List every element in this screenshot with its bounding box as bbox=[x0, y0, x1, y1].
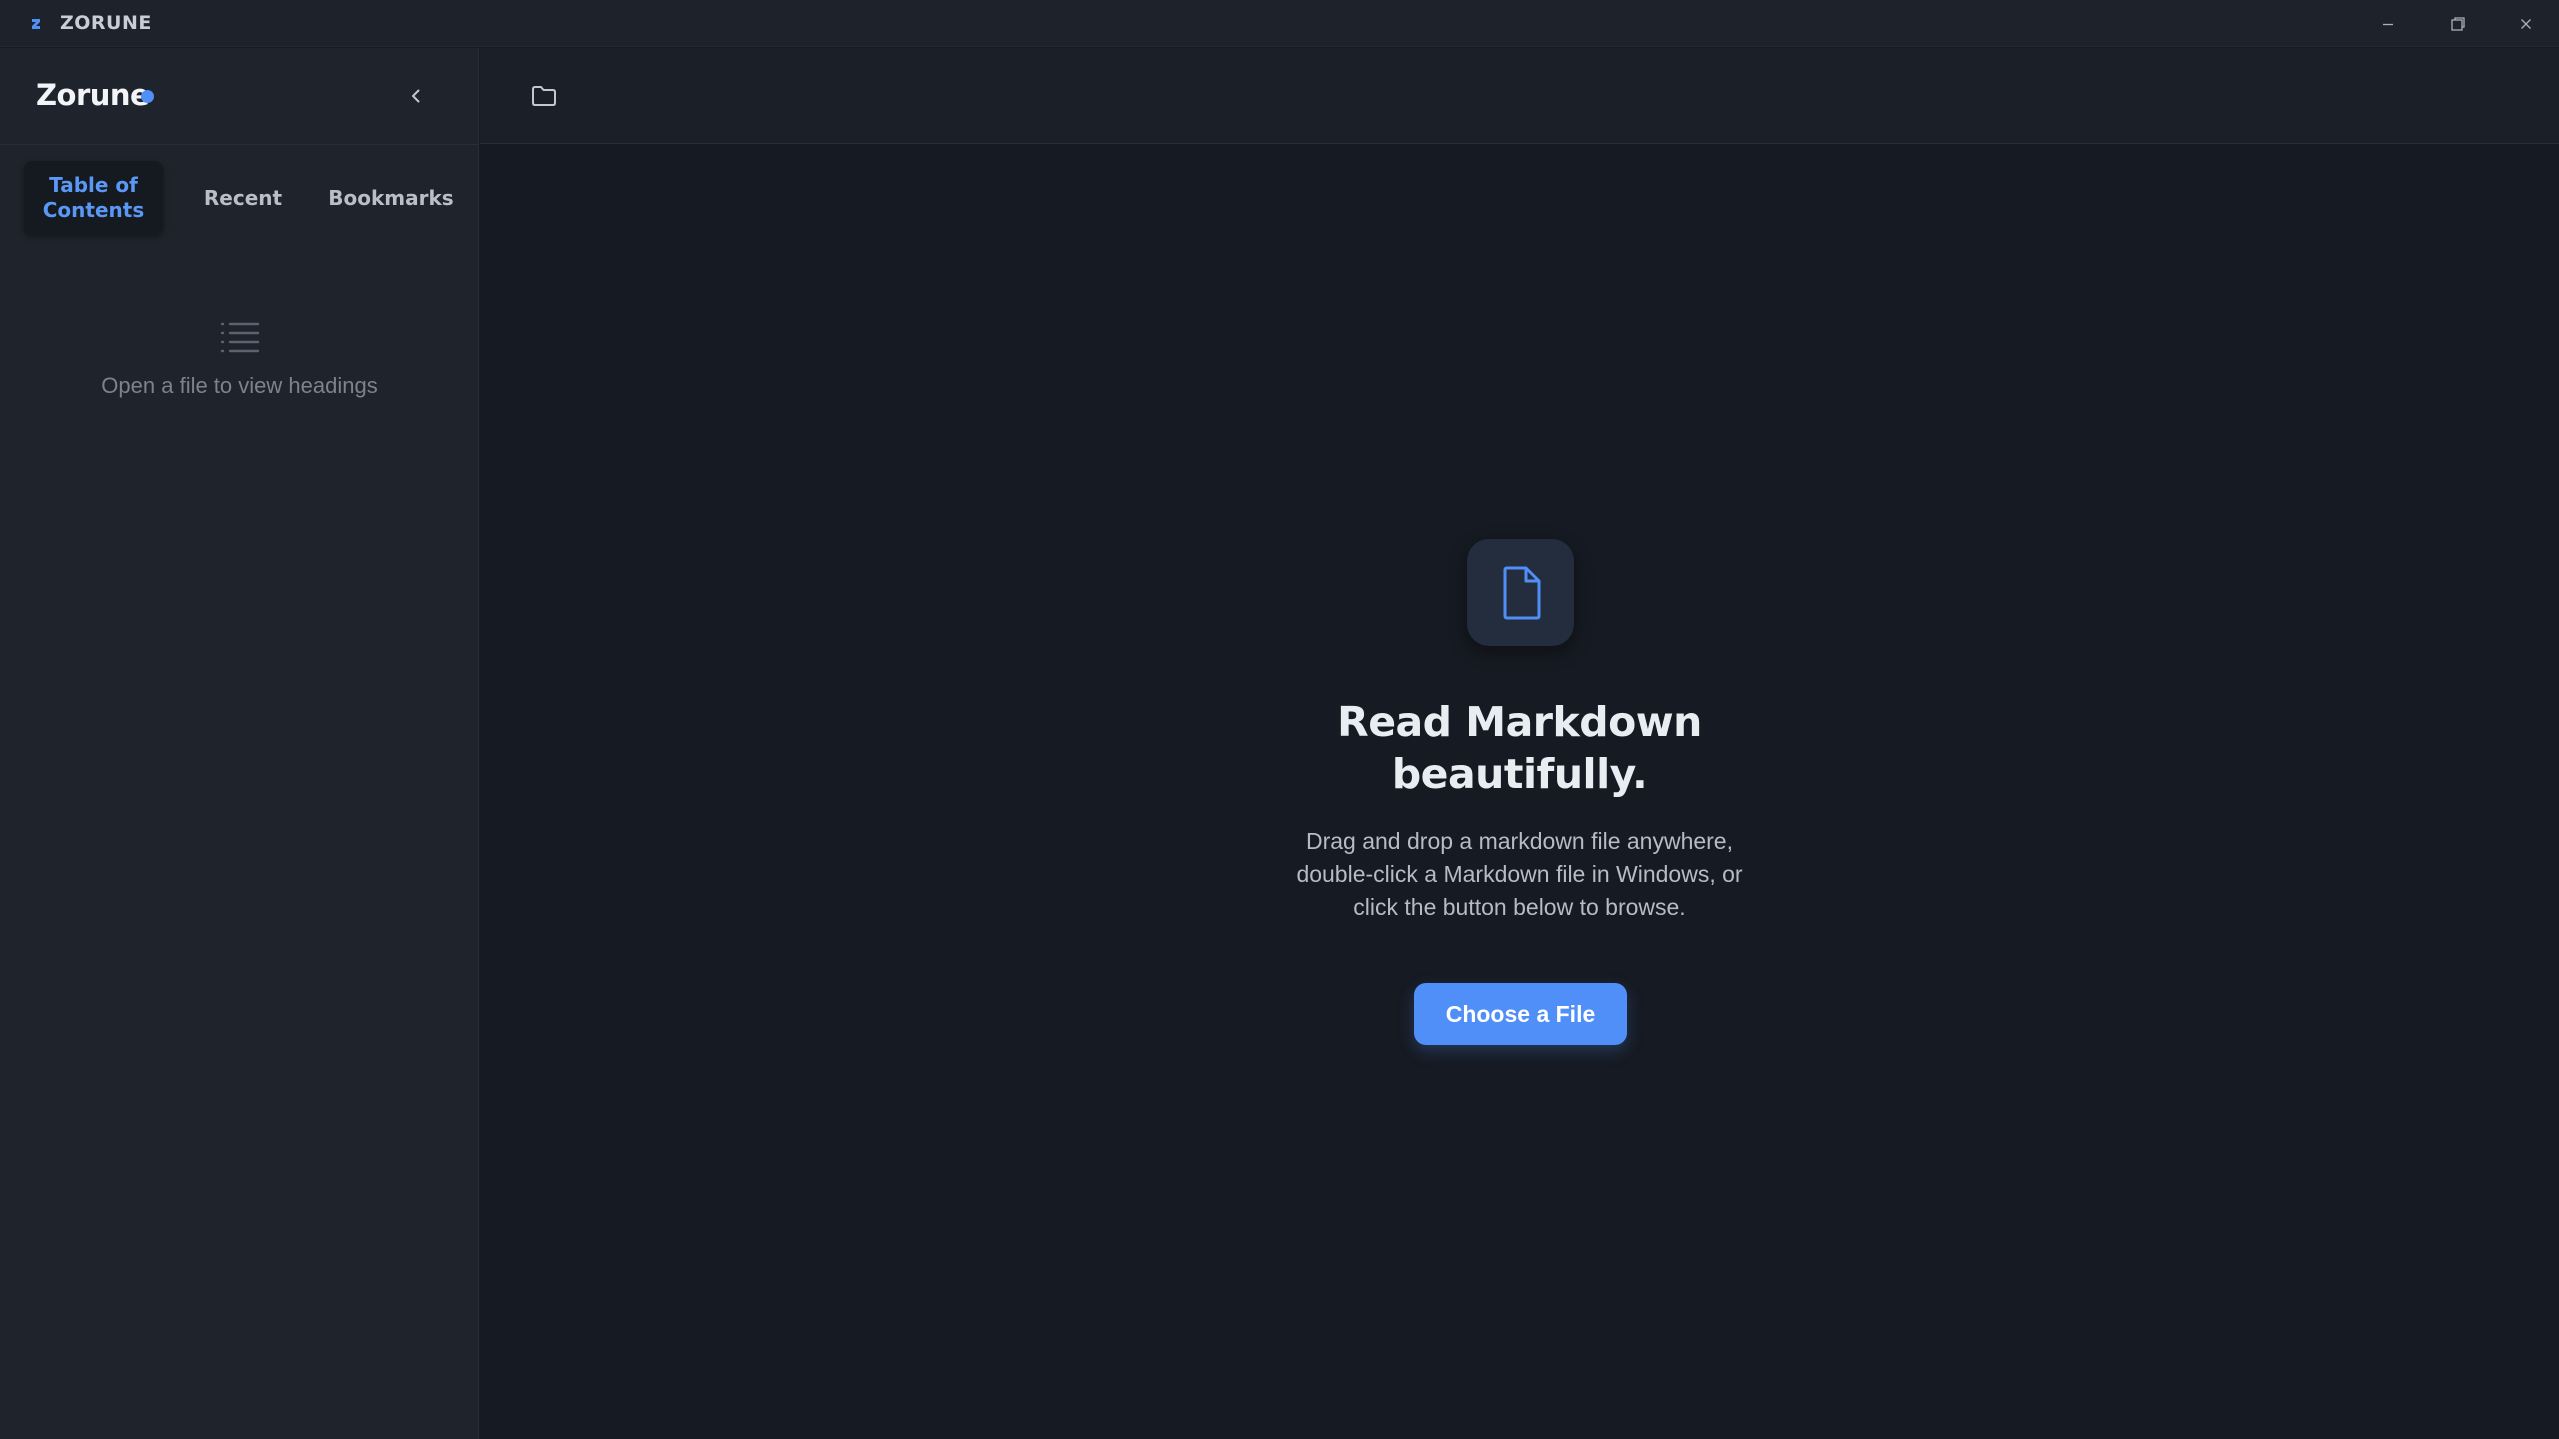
file-icon bbox=[1503, 566, 1540, 619]
brand-name: Zorune bbox=[36, 78, 150, 112]
headline-line: Read Markdown bbox=[1337, 698, 1702, 746]
tab-table-of-contents[interactable]: Table of Contents bbox=[24, 161, 163, 235]
welcome-description: Drag and drop a markdown file anywhere, … bbox=[480, 825, 2559, 924]
folder-icon bbox=[532, 86, 556, 106]
chevron-left-icon bbox=[412, 89, 420, 103]
main-content: Read Markdown beautifully. Drag and drop… bbox=[480, 145, 2559, 1439]
app-logo-icon bbox=[32, 19, 40, 29]
choose-file-button[interactable]: Choose a File bbox=[1414, 983, 1627, 1045]
tab-label: Table of Contents bbox=[43, 173, 144, 223]
restore-button[interactable] bbox=[2423, 0, 2493, 47]
toc-empty-message: Open a file to view headings bbox=[101, 373, 378, 398]
tab-recent[interactable]: Recent bbox=[184, 161, 302, 235]
open-folder-button[interactable] bbox=[522, 74, 566, 118]
list-icon bbox=[220, 322, 260, 353]
restore-icon bbox=[2451, 16, 2465, 31]
tab-label-line: Table of bbox=[49, 173, 138, 197]
minimize-button[interactable] bbox=[2353, 0, 2423, 47]
sidebar-tabs: Table of Contents Recent Bookmarks bbox=[24, 161, 454, 235]
window-title: ZORUNE bbox=[60, 12, 152, 34]
headline-line: beautifully. bbox=[1391, 750, 1648, 798]
close-icon bbox=[2521, 18, 2531, 29]
description-line: Drag and drop a markdown file anywhere, bbox=[1305, 828, 1733, 854]
collapse-sidebar-button[interactable] bbox=[398, 78, 434, 114]
title-bar: ZORUNE bbox=[0, 0, 2559, 47]
sidebar-divider bbox=[0, 144, 479, 145]
document-badge bbox=[1467, 539, 1574, 646]
tab-label-line: Contents bbox=[42, 198, 145, 222]
tab-bookmarks[interactable]: Bookmarks bbox=[321, 161, 461, 235]
tab-label: Recent bbox=[203, 185, 283, 210]
description-line: double-click a Markdown file in Windows,… bbox=[1296, 861, 1743, 887]
toolbar bbox=[480, 48, 2559, 144]
sidebar: Zorune Table of Contents Recent Bookmark… bbox=[0, 48, 479, 1439]
welcome-headline: Read Markdown beautifully. bbox=[480, 696, 2559, 800]
tab-label: Bookmarks bbox=[328, 185, 454, 210]
status-dot bbox=[141, 90, 154, 103]
close-button[interactable] bbox=[2491, 0, 2559, 47]
minimize-icon bbox=[2383, 23, 2393, 25]
description-line: click the button below to browse. bbox=[1353, 894, 1686, 920]
